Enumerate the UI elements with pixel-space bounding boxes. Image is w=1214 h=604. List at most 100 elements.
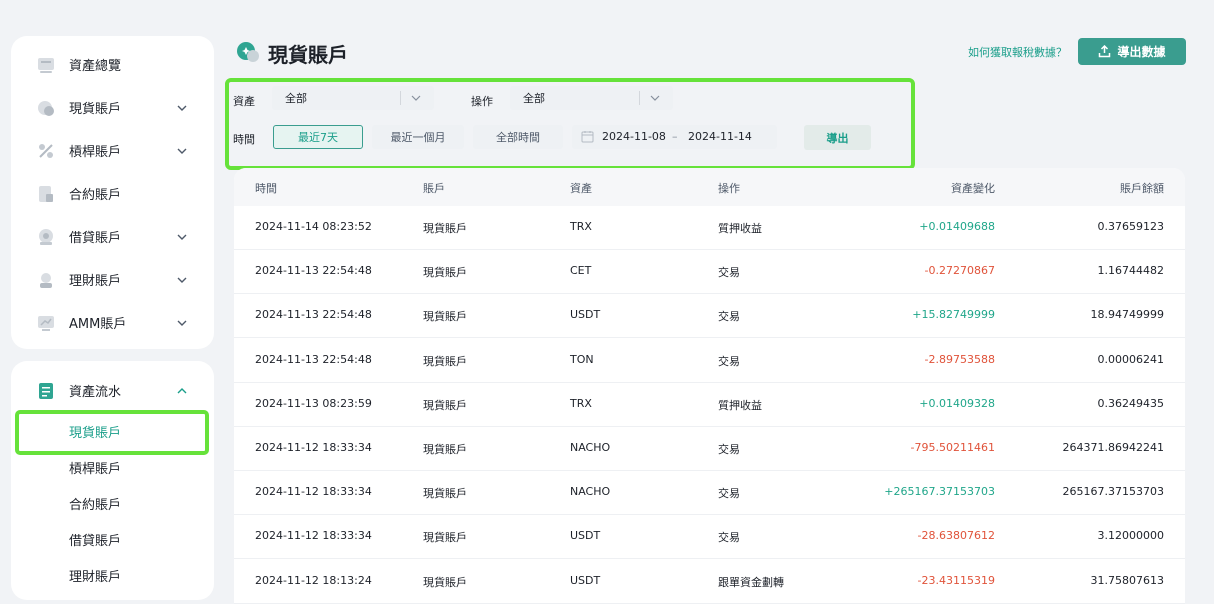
cell-time: 2024-11-12 18:13:24 [255,573,372,587]
sidebar-asset-flow: 資產流水 現貨賬戶 槓桿賬戶 合約賬戶 借貸賬戶 理財賬戶 [11,361,214,600]
cell-account: 現貨賬戶 [423,531,467,545]
sidebar-item-spot-account[interactable]: 現貨賬戶 [11,86,214,129]
cell-time: 2024-11-13 22:54:48 [255,308,372,322]
chevron-down-icon [177,277,187,283]
asset-select[interactable]: 全部 [272,86,434,110]
export-data-button[interactable]: 導出數據 [1078,38,1186,65]
cell-change: +0.01409328 [919,396,995,410]
sidebar-item-asset-flow[interactable]: 資產流水 [11,369,214,412]
cell-change: -2.89753588 [924,352,995,366]
cell-change: -23.43115319 [917,573,995,587]
cell-balance: 18.94749999 [1090,308,1164,322]
export-data-label: 導出數據 [1117,45,1166,59]
col-balance: 賬戶餘額 [1120,182,1164,195]
sidebar-subitem-margin[interactable]: 槓桿賬戶 [69,458,121,477]
table-row: 2024-11-12 18:33:34 現貨賬戶 USDT 交易 -28.6380761… [234,515,1185,560]
sidebar-subitem-loan[interactable]: 借貸賬戶 [69,530,121,549]
chevron-down-icon [177,320,187,326]
cell-account: 現貨賬戶 [423,443,467,456]
cell-asset: USDT [570,308,601,322]
export-button[interactable]: 導出 [804,125,871,150]
date-from: 2024-11-08 [602,130,666,143]
time-option-1month[interactable]: 最近一個月 [372,125,464,149]
chevron-down-icon [177,234,187,240]
cell-account: 現貨賬戶 [423,222,467,235]
cell-account: 現貨賬戶 [423,310,467,324]
time-filter-label: 時間 [233,133,255,146]
sidebar-item-label: 合約賬戶 [69,188,122,203]
sidebar-subitem-finance[interactable]: 理財賬戶 [69,566,121,585]
operation-select[interactable]: 全部 [510,86,673,110]
col-asset: 資產 [570,182,592,195]
page-title: 現貨賬戶 [268,43,348,67]
loan-icon [39,228,53,245]
cell-operation: 跟單資金劃轉 [718,575,784,589]
cell-time: 2024-11-12 18:33:34 [255,485,372,499]
cell-asset: NACHO [570,485,611,499]
cell-balance: 1.16744482 [1097,264,1164,278]
sidebar-item-futures-account[interactable]: 合約賬戶 [11,172,214,215]
col-account: 賬戶 [423,182,445,195]
cell-account: 現貨賬戶 [423,354,467,368]
sidebar-item-margin-account[interactable]: 槓桿賬戶 [11,129,214,172]
table-row: 2024-11-13 22:54:48 現貨賬戶 USDT 交易 +15.8274999… [234,294,1185,339]
cell-time: 2024-11-13 22:54:48 [255,264,372,278]
date-to: 2024-11-14 [688,130,752,143]
date-range-picker[interactable]: 2024-11-08 – 2024-11-14 [572,125,777,149]
cell-change: -795.50211461 [910,441,995,454]
operation-select-value: 全部 [523,92,545,105]
chevron-down-icon [650,95,660,101]
sidebar-item-asset-overview[interactable]: 資產總覽 [11,43,214,86]
cell-change: +265167.37153703 [884,485,995,499]
asset-filter-label: 資產 [233,95,255,108]
date-separator: – [672,130,678,143]
cell-asset: USDT [570,573,601,587]
cell-balance: 31.75807613 [1090,573,1164,587]
table-row: 2024-11-13 08:23:59 現貨賬戶 TRX 質押收益 +0.0140932… [234,383,1185,427]
spot-account-icon [38,100,54,116]
cell-change: +0.01409688 [919,220,995,233]
table-header: 時間 賬戶 資產 操作 資產變化 賬戶餘額 [234,168,1185,206]
sidebar-item-label: AMM賬戶 [69,317,127,332]
sidebar-subitem-futures[interactable]: 合約賬戶 [69,494,121,513]
select-divider [639,91,640,105]
cell-balance: 0.37659123 [1097,220,1164,233]
cell-account: 現貨賬戶 [423,575,467,589]
cell-asset: TON [570,352,594,366]
cell-account: 現貨賬戶 [423,398,467,412]
cell-balance: 0.36249435 [1097,396,1164,410]
chevron-down-icon [177,148,187,154]
table-row: 2024-11-12 18:13:24 現貨賬戶 USDT 跟單資金劃轉 -23.431… [234,560,1185,604]
cell-operation: 交易 [718,354,740,368]
chevron-down-icon [177,105,187,111]
cell-operation: 質押收益 [718,222,762,235]
operation-filter-label: 操作 [471,95,493,108]
cell-operation: 交易 [718,310,740,324]
sidebar-item-label: 資產流水 [69,385,122,400]
asset-overview-icon [38,57,54,73]
asset-flow-icon [39,382,53,399]
cell-operation: 交易 [718,487,740,501]
cell-time: 2024-11-12 18:33:34 [255,529,372,543]
cell-asset: TRX [570,396,592,410]
sidebar-item-label: 借貸賬戶 [69,231,122,246]
margin-percent-icon [39,143,53,158]
asset-select-value: 全部 [285,92,307,105]
sidebar-item-loan-account[interactable]: 借貸賬戶 [11,215,214,258]
chevron-down-icon [411,95,421,101]
time-option-all[interactable]: 全部時間 [473,125,563,149]
time-option-7days[interactable]: 最近7天 [273,125,363,149]
upload-icon [1099,45,1111,58]
cell-time: 2024-11-14 08:23:52 [255,220,372,233]
cell-balance: 265167.37153703 [1062,485,1164,499]
sidebar-item-amm-account[interactable]: AMM賬戶 [11,301,214,344]
table-row: 2024-11-12 18:33:34 現貨賬戶 NACHO 交易 +265167.37… [234,471,1185,516]
cell-balance: 0.00006241 [1097,352,1164,366]
highlight-annotation-active-subitem [15,410,209,455]
tax-data-link[interactable]: 如何獲取報稅數據？ [968,44,1067,60]
sidebar-item-finance-account[interactable]: 理財賬戶 [11,258,214,301]
col-operation: 操作 [718,182,740,195]
cell-asset: TRX [570,220,592,233]
select-divider [400,91,401,105]
cell-asset: NACHO [570,441,611,454]
